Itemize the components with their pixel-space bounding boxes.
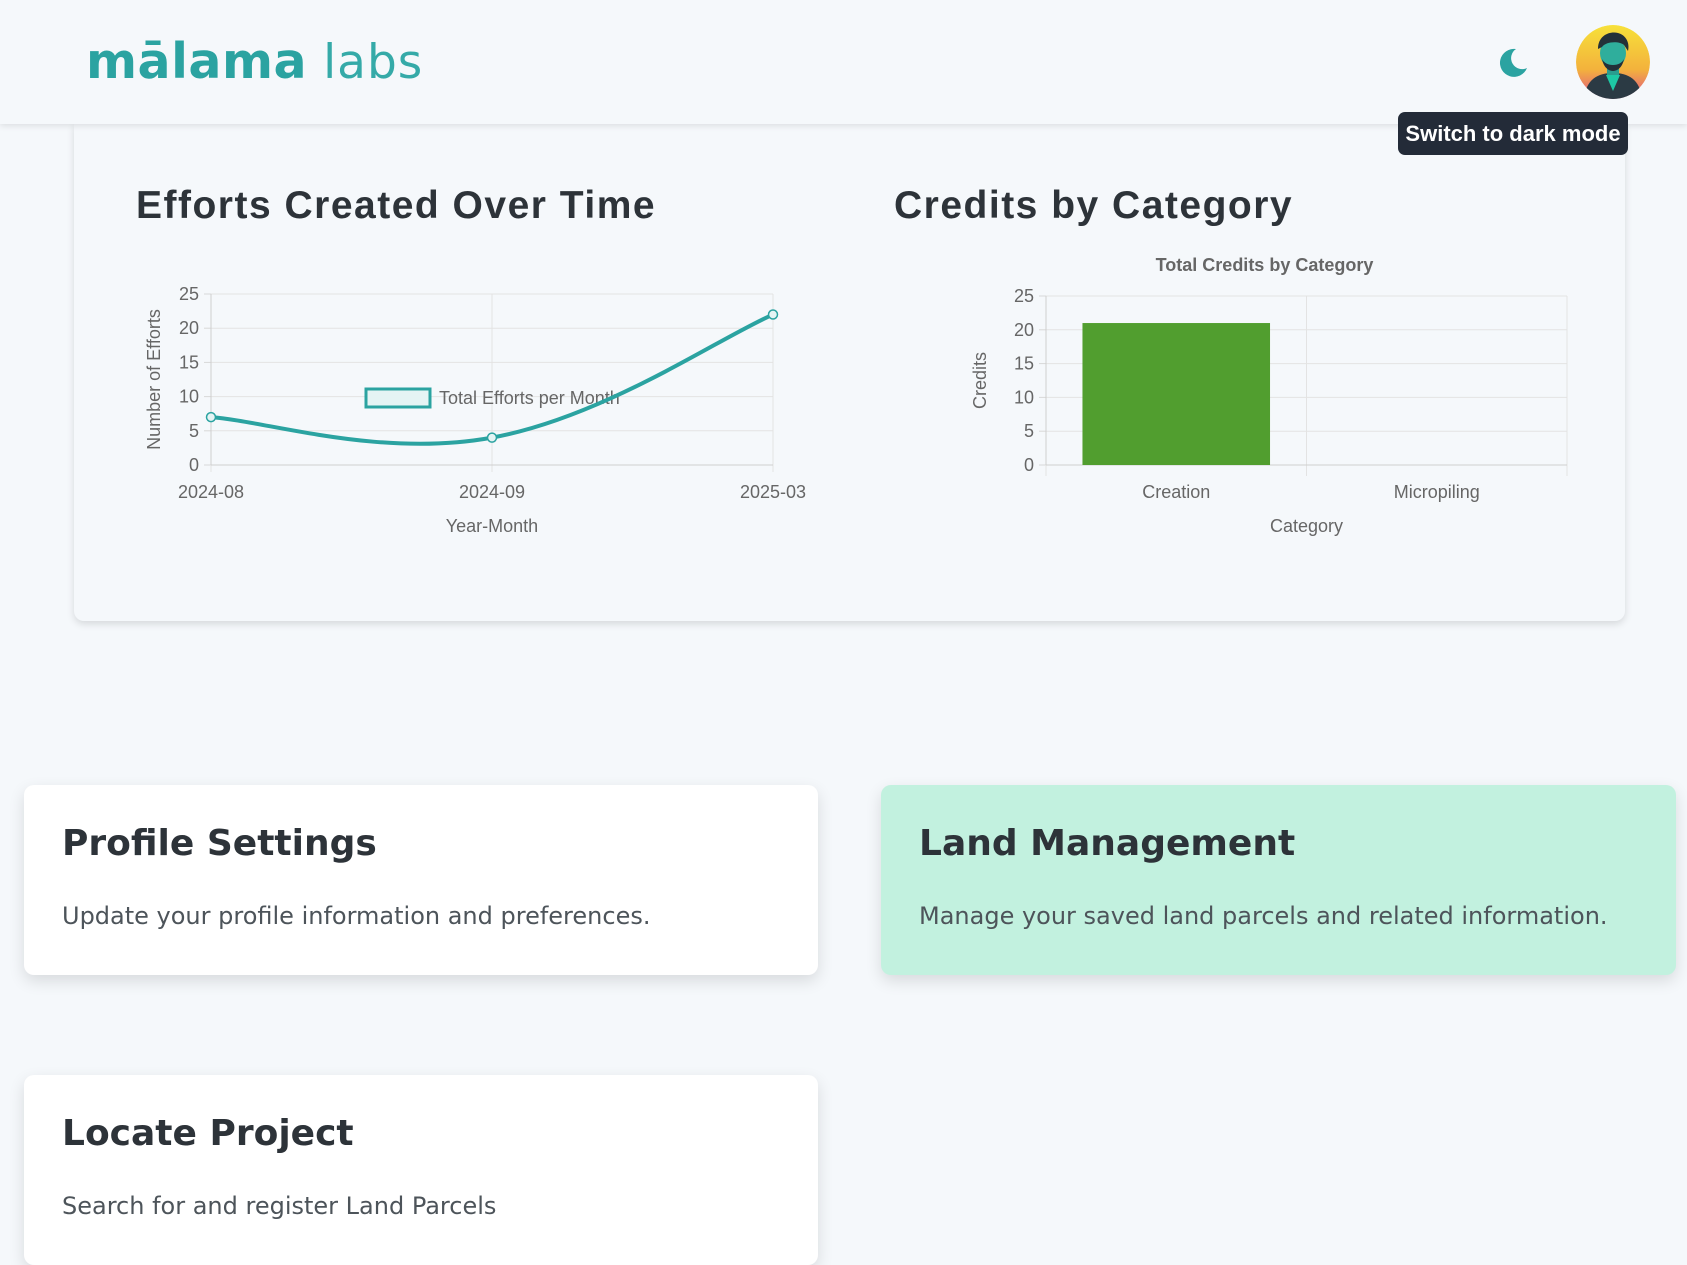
y-tick-label: 25 [1014, 286, 1034, 306]
credits-chart-title: Credits by Category [894, 184, 1294, 227]
y-tick-label: 10 [1014, 387, 1034, 407]
x-tick-label: 2024-09 [459, 482, 525, 502]
locate-project-description: Search for and register Land Parcels [62, 1192, 497, 1220]
profile-settings-description: Update your profile information and pref… [62, 902, 651, 930]
charts-panel: Efforts Created Over Time Credits by Cat… [74, 124, 1625, 621]
user-avatar[interactable] [1576, 25, 1650, 99]
top-navbar: mālama labs [0, 0, 1687, 124]
locate-project-card[interactable]: Locate Project Search for and register L… [24, 1075, 818, 1265]
y-axis-label: Number of Efforts [144, 309, 164, 450]
efforts-data-point [486, 432, 498, 443]
y-tick-label: 15 [179, 352, 199, 372]
x-tick-label: Micropiling [1394, 482, 1480, 502]
x-tick-label: 2024-08 [178, 482, 244, 502]
y-tick-label: 5 [1024, 421, 1034, 441]
y-tick-label: 10 [179, 387, 199, 407]
land-management-description: Manage your saved land parcels and relat… [919, 902, 1608, 930]
bar-chart-title: Total Credits by Category [1156, 255, 1374, 275]
efforts-data-point [767, 309, 779, 320]
credits-bar-chart[interactable]: Total Credits by Category 0 5 10 15 20 25 Creat… [894, 255, 1574, 582]
y-tick-label: 15 [1014, 354, 1034, 374]
x-axis-label: Category [1270, 516, 1343, 536]
efforts-data-point [205, 411, 217, 423]
profile-settings-title: Profile Settings [62, 823, 377, 864]
y-tick-label: 25 [179, 284, 199, 304]
x-axis-label: Year-Month [446, 516, 538, 536]
legend-swatch [364, 387, 432, 409]
y-tick-label: 0 [1024, 455, 1034, 475]
x-tick-label: 2025-03 [740, 482, 806, 502]
profile-settings-card[interactable]: Profile Settings Update your profile inf… [24, 785, 818, 975]
y-tick-label: 20 [179, 318, 199, 338]
locate-project-title: Locate Project [62, 1113, 354, 1154]
y-tick-label: 0 [189, 455, 199, 475]
land-management-title: Land Management [919, 823, 1296, 864]
logo-text-light: labs [323, 35, 424, 90]
logo-text-bold: mālama [86, 33, 308, 90]
y-tick-label: 20 [1014, 320, 1034, 340]
x-tick-label: Creation [1142, 482, 1210, 502]
malama-labs-logo[interactable]: mālama labs [86, 34, 423, 91]
moon-icon [1499, 48, 1527, 77]
avatar-image [1576, 25, 1650, 99]
land-management-card[interactable]: Land Management Manage your saved land p… [881, 785, 1676, 975]
efforts-chart-title: Efforts Created Over Time [136, 184, 657, 227]
y-axis-label: Credits [970, 352, 990, 409]
y-tick-label: 5 [189, 421, 199, 441]
bar-creation [1082, 323, 1271, 465]
dark-mode-toggle-button[interactable] [1496, 46, 1530, 80]
dark-mode-tooltip: Switch to dark mode [1398, 112, 1628, 155]
efforts-line-chart[interactable]: 0 5 10 15 20 25 2024-08 2024-09 2025-03 Year-Mont… [136, 262, 816, 582]
